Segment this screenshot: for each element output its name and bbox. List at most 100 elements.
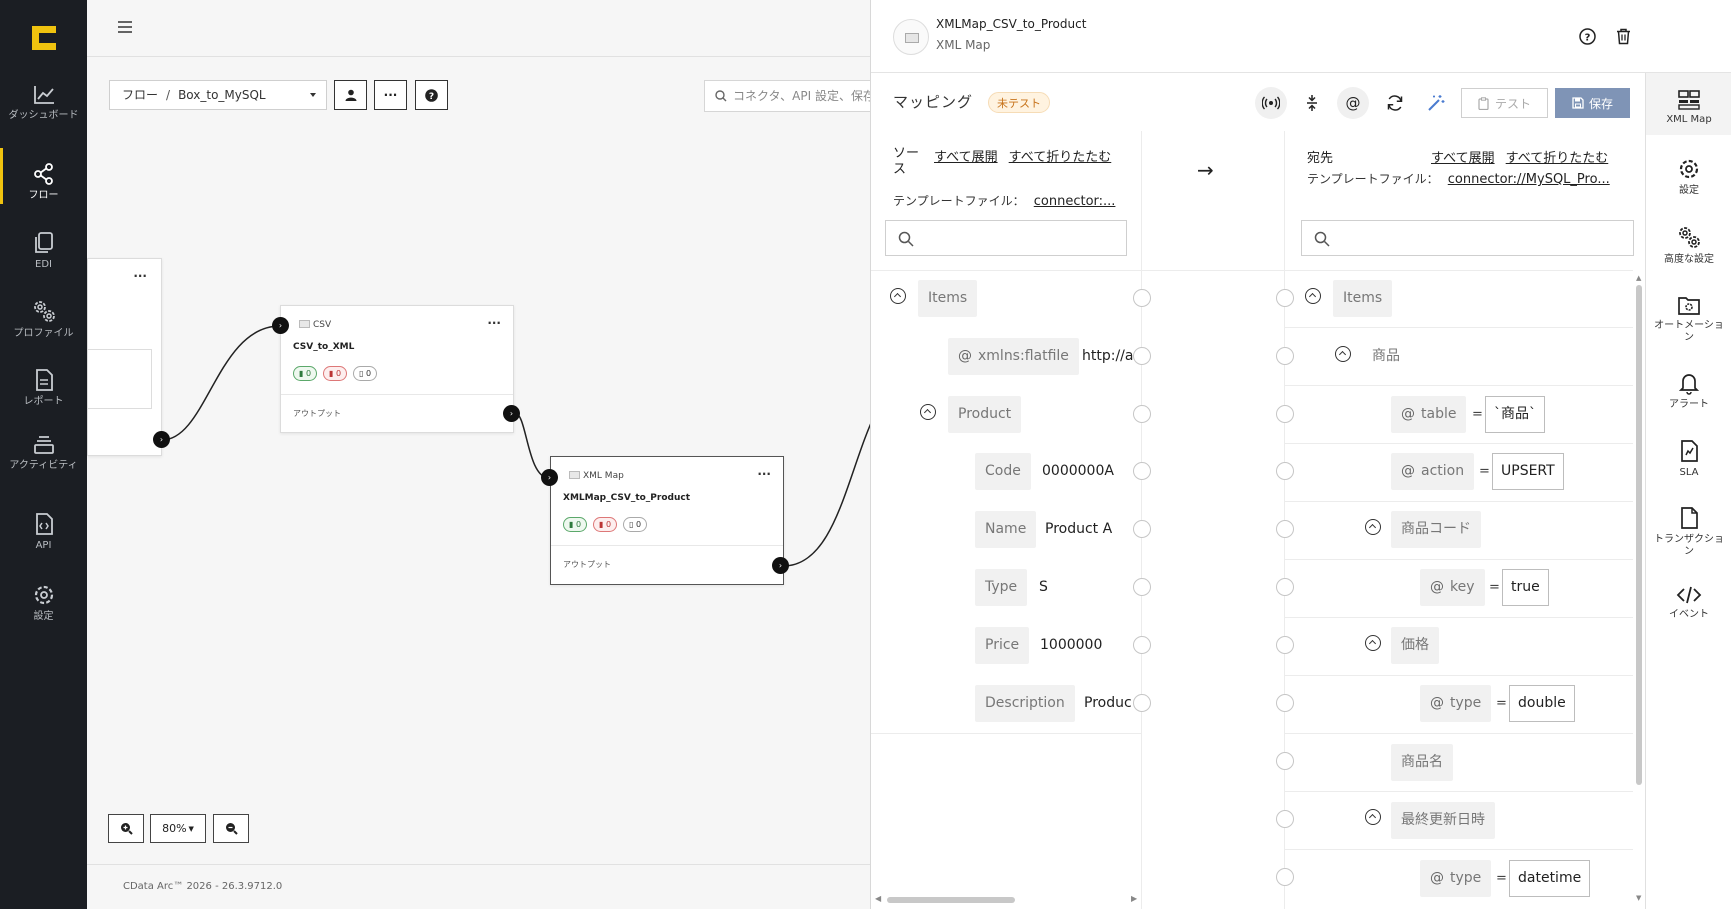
dest-connector-point[interactable] bbox=[1276, 289, 1294, 307]
node-menu-icon[interactable]: ··· bbox=[133, 269, 147, 283]
input-port-icon[interactable]: › bbox=[541, 469, 558, 486]
nav-item-report[interactable]: レポート bbox=[0, 368, 87, 408]
source-node-type[interactable]: Type bbox=[975, 569, 1028, 606]
dest-attr-table[interactable]: @ table bbox=[1391, 396, 1467, 433]
source-connector-point[interactable] bbox=[1133, 636, 1151, 654]
dest-attr-value-input[interactable]: true bbox=[1502, 569, 1549, 606]
source-expand-all-link[interactable]: すべて展開 bbox=[934, 150, 998, 165]
source-node-product[interactable]: Product bbox=[948, 396, 1022, 433]
rail-item-transaction[interactable]: トランザクション bbox=[1646, 506, 1731, 558]
dest-attr-value-input[interactable]: datetime bbox=[1509, 860, 1591, 897]
hamburger-icon[interactable] bbox=[118, 20, 132, 34]
live-preview-button[interactable] bbox=[1255, 87, 1287, 119]
nav-item-profile[interactable]: プロファイル bbox=[0, 298, 87, 340]
zoom-level-select[interactable]: 80% ▼ bbox=[150, 814, 206, 843]
output-port-icon[interactable]: › bbox=[772, 557, 789, 574]
dest-attr-value-input[interactable]: UPSERT bbox=[1492, 453, 1564, 490]
dest-connector-point[interactable] bbox=[1276, 405, 1294, 423]
nav-item-dashboard[interactable]: ダッシュボード bbox=[0, 84, 87, 122]
dest-node-price[interactable]: 価格 bbox=[1391, 627, 1439, 664]
dest-attr-action[interactable]: @ action bbox=[1391, 453, 1475, 490]
node-menu-icon[interactable]: ··· bbox=[757, 467, 771, 481]
source-search-input[interactable] bbox=[885, 220, 1127, 256]
source-connector-point[interactable] bbox=[1133, 462, 1151, 480]
flow-canvas[interactable]: フロー / Box_to_MySQL ··· ? コネクタ、API 設定、保存 ··… bbox=[87, 0, 874, 909]
collapse-toggle-icon[interactable] bbox=[1365, 519, 1381, 535]
flow-breadcrumb-select[interactable]: フロー / Box_to_MySQL bbox=[109, 80, 327, 110]
dest-attr-value-input[interactable]: double bbox=[1509, 685, 1575, 722]
collapse-toggle-icon[interactable] bbox=[1305, 288, 1321, 304]
scroll-up-icon[interactable]: ▲ bbox=[1636, 274, 1641, 282]
dest-connector-point[interactable] bbox=[1276, 520, 1294, 538]
dest-connector-point[interactable] bbox=[1276, 347, 1294, 365]
zoom-in-button[interactable] bbox=[108, 814, 144, 843]
connector-search-input[interactable]: コネクタ、API 設定、保存 bbox=[704, 80, 874, 112]
dest-connector-point[interactable] bbox=[1276, 636, 1294, 654]
collapse-toggle-icon[interactable] bbox=[890, 288, 906, 304]
source-attr-xmlns[interactable]: @ xmlns:flatfile bbox=[948, 338, 1079, 375]
dest-node-last-updated[interactable]: 最終更新日時 bbox=[1391, 802, 1495, 839]
dest-connector-point[interactable] bbox=[1276, 462, 1294, 480]
collapse-vertical-button[interactable] bbox=[1296, 87, 1328, 119]
nav-item-settings[interactable]: 設定 bbox=[0, 583, 87, 623]
dest-attr-type[interactable]: @ type bbox=[1420, 860, 1492, 897]
source-connector-point[interactable] bbox=[1133, 578, 1151, 596]
scroll-left-icon[interactable]: ◀ bbox=[875, 894, 881, 903]
zoom-out-button[interactable] bbox=[213, 814, 249, 843]
source-connector-point[interactable] bbox=[1133, 289, 1151, 307]
source-connector-point[interactable] bbox=[1133, 405, 1151, 423]
source-connector-point[interactable] bbox=[1133, 347, 1151, 365]
scroll-right-icon[interactable]: ▶ bbox=[1131, 894, 1137, 903]
scroll-down-icon[interactable]: ▼ bbox=[1636, 894, 1641, 902]
source-node-description[interactable]: Description bbox=[975, 685, 1075, 722]
flow-node-xmlmap[interactable]: XML Map ··· XMLMap_CSV_to_Product ▮ 0 ▮ … bbox=[550, 456, 784, 585]
flow-node-box[interactable]: ··· bbox=[87, 258, 162, 456]
rail-item-sla[interactable]: SLA bbox=[1646, 439, 1731, 479]
more-options-button[interactable]: ··· bbox=[374, 80, 407, 110]
node-menu-icon[interactable]: ··· bbox=[487, 316, 501, 330]
user-button[interactable] bbox=[334, 80, 367, 110]
dest-search-input[interactable] bbox=[1301, 220, 1634, 256]
delete-button[interactable] bbox=[1613, 26, 1633, 46]
collapse-toggle-icon[interactable] bbox=[1365, 635, 1381, 651]
save-button[interactable]: 保存 bbox=[1555, 88, 1630, 118]
rail-item-advanced-settings[interactable]: 高度な設定 bbox=[1646, 224, 1731, 266]
source-node-name[interactable]: Name bbox=[975, 511, 1037, 548]
output-port-icon[interactable]: › bbox=[153, 431, 170, 448]
dest-connector-point[interactable] bbox=[1276, 868, 1294, 886]
vertical-scrollbar[interactable] bbox=[1636, 285, 1642, 785]
dest-collapse-all-link[interactable]: すべて折りたたむ bbox=[1506, 151, 1609, 166]
source-template-link[interactable]: connector:... bbox=[1034, 194, 1116, 209]
attribute-button[interactable]: @ bbox=[1337, 87, 1369, 119]
source-collapse-all-link[interactable]: すべて折りたたむ bbox=[1009, 150, 1112, 165]
refresh-button[interactable] bbox=[1379, 87, 1411, 119]
horizontal-scrollbar[interactable] bbox=[887, 897, 1015, 903]
collapse-toggle-icon[interactable] bbox=[1365, 809, 1381, 825]
nav-item-edi[interactable]: EDI bbox=[0, 231, 87, 271]
nav-item-flow[interactable]: フロー bbox=[0, 148, 87, 204]
rail-item-automation[interactable]: オートメーション bbox=[1646, 294, 1731, 344]
dest-expand-all-link[interactable]: すべて展開 bbox=[1431, 151, 1495, 166]
source-connector-point[interactable] bbox=[1133, 520, 1151, 538]
help-button[interactable]: ? bbox=[1577, 26, 1597, 46]
input-port-icon[interactable]: › bbox=[272, 317, 289, 334]
rail-item-xmlmap[interactable]: XML Map bbox=[1646, 73, 1731, 135]
dest-connector-point[interactable] bbox=[1276, 810, 1294, 828]
help-button[interactable]: ? bbox=[415, 80, 448, 110]
dest-attr-key[interactable]: @ key bbox=[1420, 569, 1485, 606]
flow-node-csv[interactable]: CSV ··· CSV_to_XML ▮ 0 ▮ 0 ▯ 0 アウトプット bbox=[280, 305, 514, 433]
rail-item-event[interactable]: イベント bbox=[1646, 585, 1731, 621]
collapse-toggle-icon[interactable] bbox=[1335, 346, 1351, 362]
source-connector-point[interactable] bbox=[1133, 694, 1151, 712]
dest-node-shohin[interactable]: 商品 bbox=[1362, 338, 1410, 375]
output-port-icon[interactable]: › bbox=[503, 405, 520, 422]
source-node-price[interactable]: Price bbox=[975, 627, 1030, 664]
auto-map-button[interactable] bbox=[1420, 87, 1452, 119]
dest-node-product-name[interactable]: 商品名 bbox=[1391, 744, 1453, 781]
dest-connector-point[interactable] bbox=[1276, 752, 1294, 770]
dest-connector-point[interactable] bbox=[1276, 694, 1294, 712]
source-node-code[interactable]: Code bbox=[975, 453, 1031, 490]
dest-node-product-code[interactable]: 商品コード bbox=[1391, 511, 1481, 548]
source-node-items[interactable]: Items bbox=[918, 280, 978, 317]
dest-node-items[interactable]: Items bbox=[1333, 280, 1393, 317]
